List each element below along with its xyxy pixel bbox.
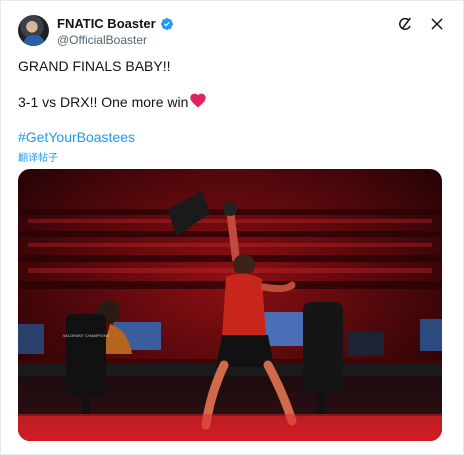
author-display-name[interactable]: FNATIC Boaster: [57, 16, 156, 31]
author-name-row[interactable]: FNATIC Boaster: [57, 16, 174, 31]
translate-link[interactable]: 翻译帖子: [18, 149, 58, 164]
verified-badge-icon: [160, 17, 174, 31]
author-handle[interactable]: @OfficialBoaster: [57, 33, 147, 47]
tweet-actions: [396, 15, 446, 33]
more-icon[interactable]: [428, 15, 446, 33]
tweet-text-score: 3-1 vs DRX!! One more win: [18, 94, 189, 110]
hashtag-link[interactable]: #GetYourBoastees: [18, 129, 135, 145]
stage-photo[interactable]: VALORANT CHAMPIONS: [18, 169, 442, 441]
avatar[interactable]: [18, 15, 49, 46]
grok-icon[interactable]: [396, 15, 414, 33]
tweet-text-line-1: GRAND FINALS BABY!!: [18, 58, 171, 74]
chair-logo-left: VALORANT CHAMPIONS: [63, 333, 110, 338]
tweet-text-line-2: 3-1 vs DRX!! One more win: [18, 93, 207, 111]
red-heart-icon: [190, 93, 207, 111]
